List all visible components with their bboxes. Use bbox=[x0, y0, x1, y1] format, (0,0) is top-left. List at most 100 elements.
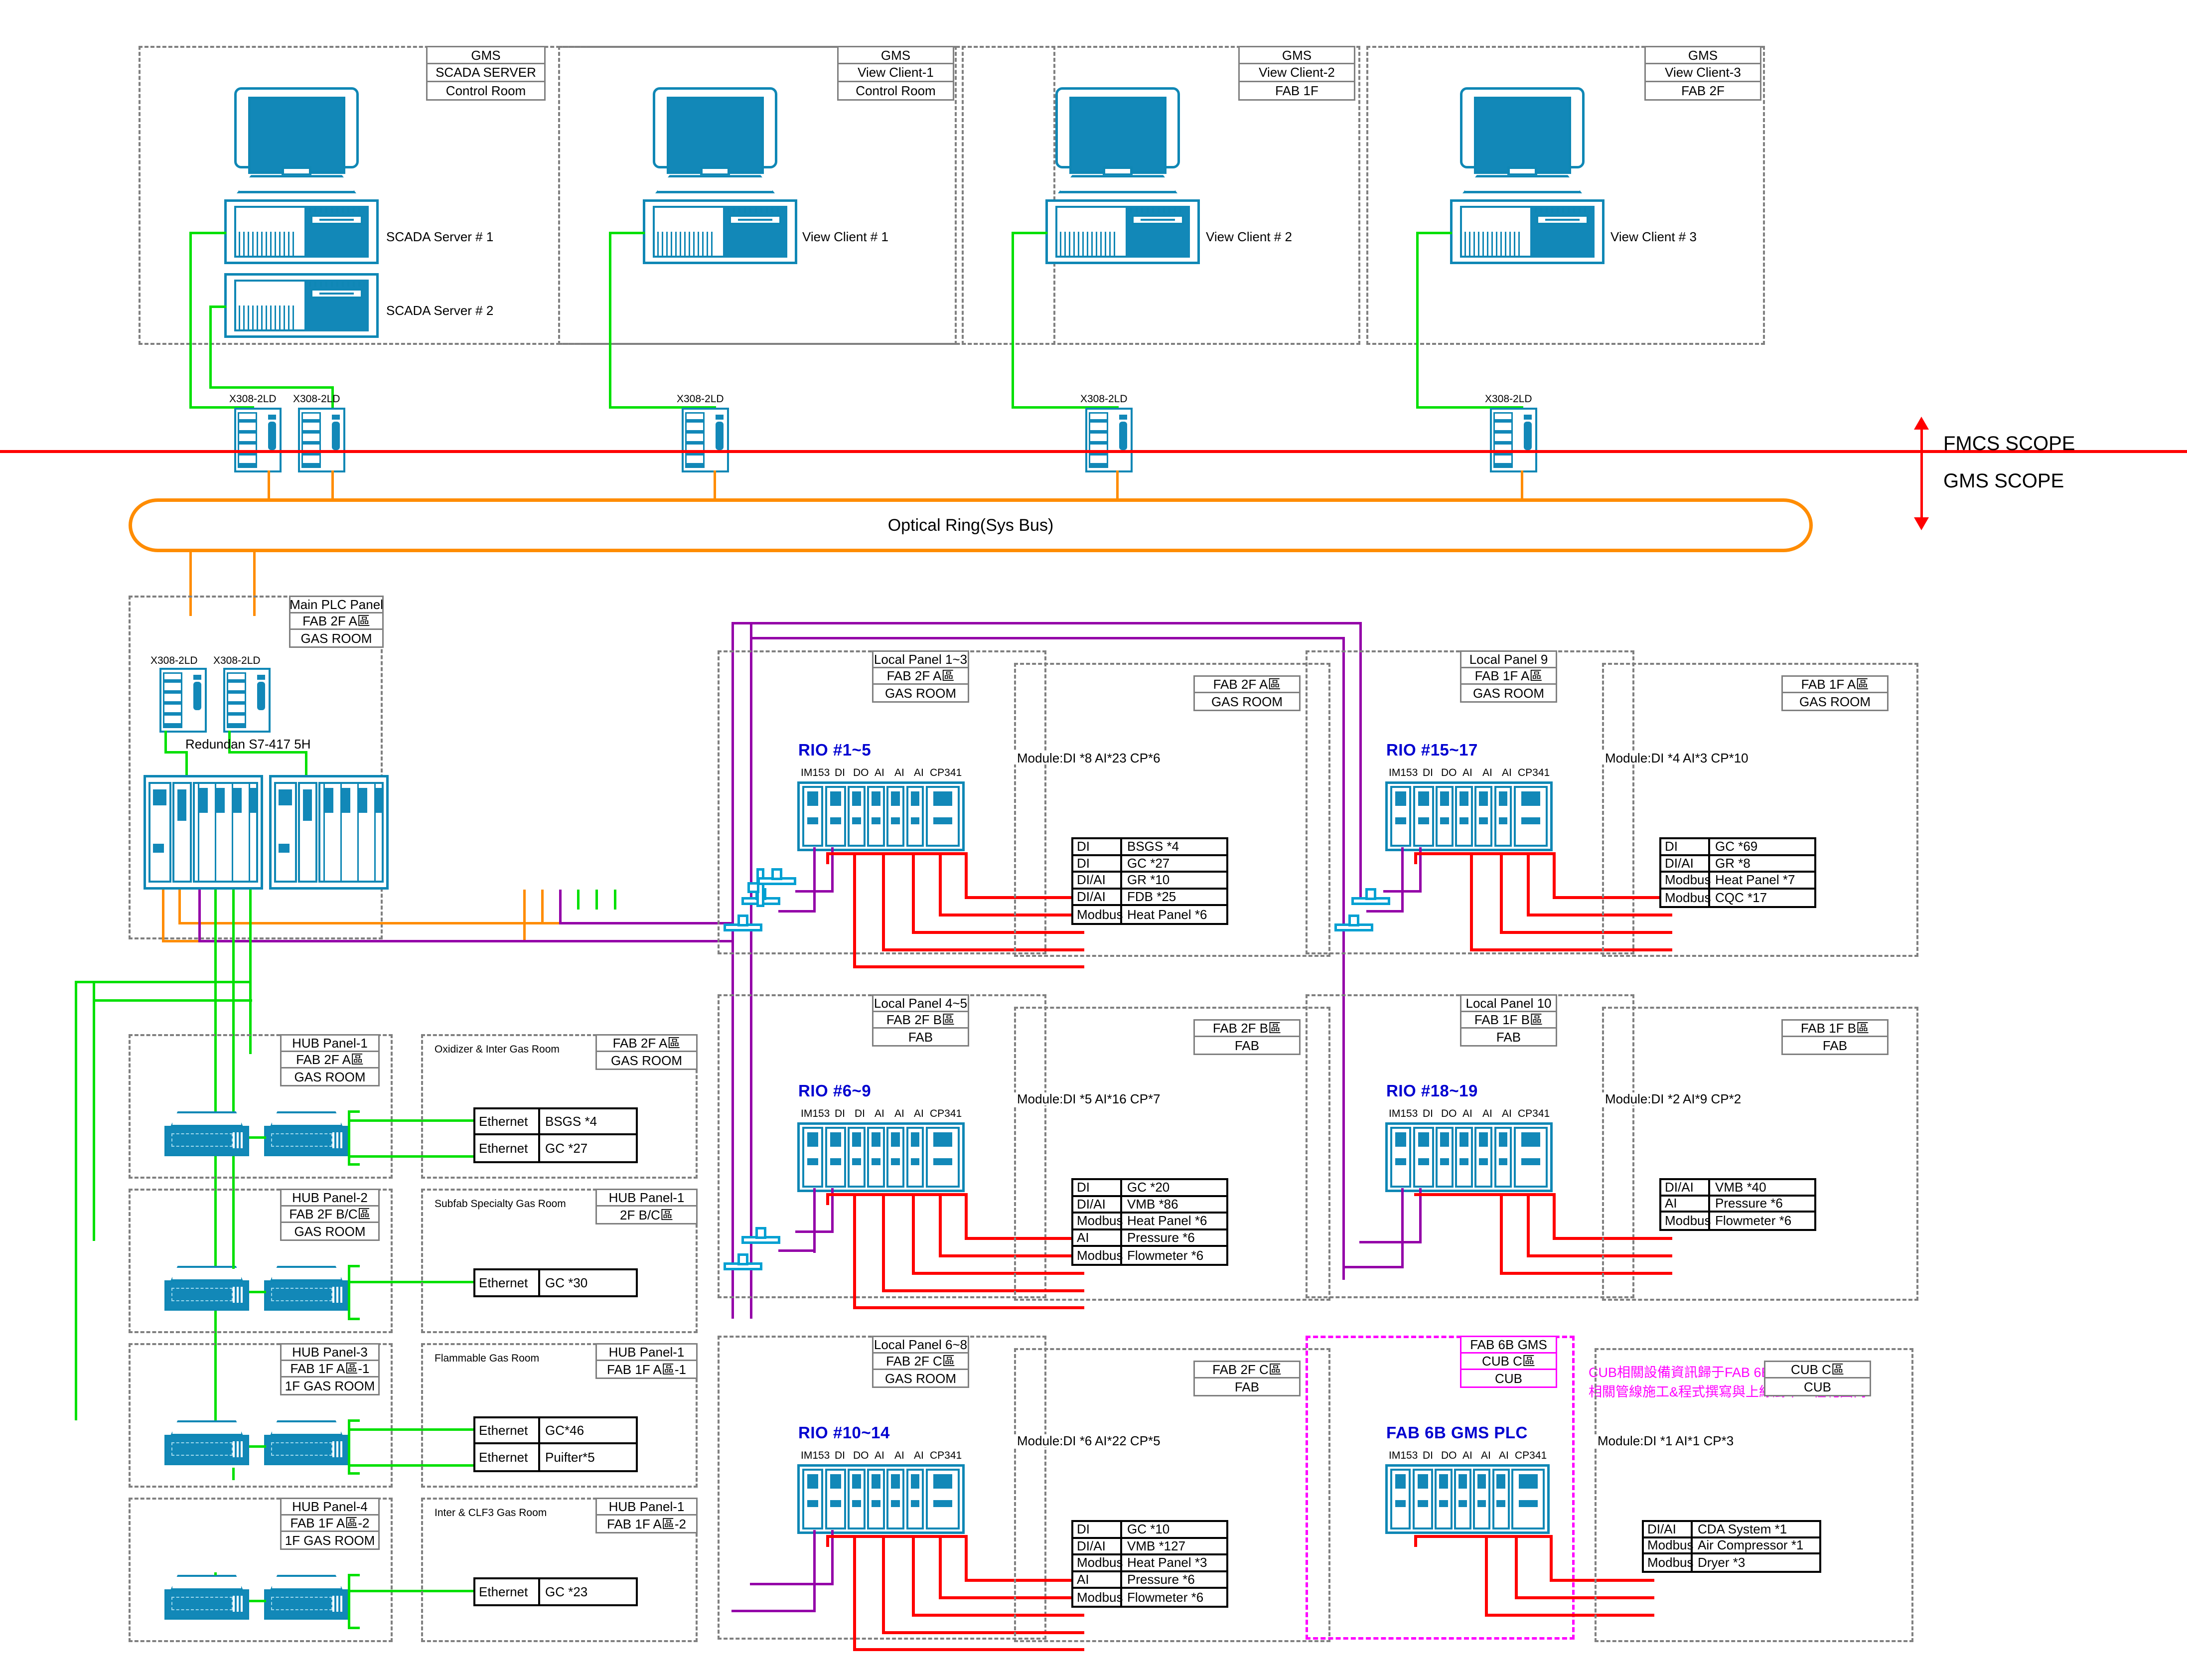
signal-type: AI bbox=[1661, 1196, 1710, 1211]
label-stack-area-9: FAB 1F A區 GAS ROOM bbox=[1781, 675, 1889, 711]
gms-scope-label: GMS SCOPE bbox=[1943, 470, 2064, 492]
label-stack-area-6-8: FAB 2F C區 FAB bbox=[1193, 1361, 1301, 1396]
ethernet-hub-icon[interactable] bbox=[264, 1575, 349, 1620]
signal-type: Modbus bbox=[1073, 906, 1123, 923]
ethernet-hub-icon[interactable] bbox=[164, 1111, 249, 1156]
ethernet-wire bbox=[305, 751, 307, 776]
device-name: VMB *86 bbox=[1127, 1196, 1178, 1212]
ethernet-wire bbox=[348, 1110, 360, 1113]
network-switch-icon[interactable] bbox=[1490, 408, 1537, 472]
field-wire bbox=[912, 852, 915, 933]
ethernet-wire bbox=[1416, 232, 1419, 409]
field-wire bbox=[1414, 1535, 1417, 1547]
label-stack-scada: GMS SCADA SERVER Control Room bbox=[426, 46, 546, 101]
label-line: FAB 2F C區 bbox=[874, 1354, 968, 1371]
network-switch-icon[interactable] bbox=[1085, 408, 1133, 472]
label-line: HUB Panel-1 bbox=[597, 1190, 696, 1207]
label-stack-hub-panel-2: HUB Panel-2 FAB 2F B/C區 GAS ROOM bbox=[280, 1189, 380, 1241]
profibus-t-connector-icon bbox=[724, 1253, 762, 1279]
switch-model-label: X308-2LD bbox=[213, 655, 261, 666]
device-name: Air Compressor *1 bbox=[1698, 1537, 1804, 1553]
device-name: Dryer *3 bbox=[1698, 1555, 1746, 1570]
field-wire bbox=[1553, 1193, 1556, 1239]
ethernet-wire bbox=[249, 1136, 266, 1139]
monitor-icon bbox=[1055, 87, 1180, 194]
label-line: FAB 1F A區-1 bbox=[282, 1361, 378, 1378]
signal-type: DI/AI bbox=[1073, 872, 1122, 888]
table-row: AI Pressure *6 bbox=[1073, 1230, 1226, 1247]
table-row: AI Pressure *6 bbox=[1073, 1572, 1226, 1589]
ethernet-hub-icon[interactable] bbox=[264, 1111, 349, 1156]
label-line: FAB 1F B區 bbox=[1783, 1021, 1887, 1037]
field-wire bbox=[1470, 852, 1473, 951]
ethernet-wire bbox=[348, 1472, 360, 1475]
label-line: FAB 2F A區 bbox=[1195, 677, 1299, 693]
module-summary-label: Module:DI *4 AI*3 CP*10 bbox=[1602, 752, 1751, 764]
label-line: FAB 1F A區-2 bbox=[282, 1516, 378, 1532]
label-line: Main PLC Panel bbox=[290, 597, 383, 613]
device-name: GR *10 bbox=[1127, 872, 1170, 888]
label-line: FAB 1F A區-2 bbox=[607, 1516, 686, 1531]
label-line: 1F GAS ROOM bbox=[285, 1532, 375, 1548]
label-stack-cub-area: CUB C區 CUB bbox=[1764, 1361, 1871, 1396]
label-line: FAB 1F A區-1 bbox=[607, 1362, 686, 1377]
module-summary-label: Module:DI *5 AI*16 CP*7 bbox=[1014, 1092, 1164, 1105]
rio-slot-label: DI bbox=[855, 1108, 865, 1119]
rio-label: RIO #1~5 bbox=[798, 741, 872, 759]
server-icon bbox=[224, 199, 379, 264]
rio-slot-label: IM153 bbox=[1389, 767, 1418, 778]
label-line: HUB Panel-3 bbox=[282, 1345, 378, 1361]
field-wire bbox=[1527, 852, 1530, 916]
ethernet-hub-icon[interactable] bbox=[164, 1575, 249, 1620]
ethernet-hub-icon[interactable] bbox=[164, 1420, 249, 1465]
ethernet-hub-icon[interactable] bbox=[164, 1266, 249, 1311]
device-name: Pressure *6 bbox=[1127, 1572, 1195, 1587]
table-row: DI GC *69 bbox=[1661, 839, 1814, 856]
server-icon bbox=[1450, 199, 1604, 264]
label-stack-view-client-1: GMS View Client-1 Control Room bbox=[837, 46, 954, 101]
network-switch-icon[interactable] bbox=[298, 408, 345, 472]
table-row: Ethernet BSGS *4 bbox=[475, 1109, 636, 1135]
profibus-wire bbox=[1366, 910, 1404, 913]
device-name: GC *69 bbox=[1715, 839, 1758, 854]
label-line: Control Room bbox=[445, 83, 526, 98]
field-wire bbox=[853, 852, 856, 968]
rio-slot-label: DO bbox=[1441, 767, 1457, 778]
label-line: GAS ROOM bbox=[294, 1069, 366, 1084]
signal-type: DI/AI bbox=[1661, 856, 1710, 871]
rio-slot-label: AI bbox=[875, 767, 884, 778]
device-name: Heat Panel *6 bbox=[1127, 907, 1207, 922]
rio-slot-label: AI bbox=[914, 1450, 924, 1461]
rio-slot-label: AI bbox=[1462, 1108, 1472, 1119]
rio-slot-label: AI bbox=[1482, 1108, 1492, 1119]
device-table-hub-2: Ethernet GC *30 bbox=[473, 1268, 638, 1297]
device-name: Flowmeter *6 bbox=[1127, 1247, 1204, 1263]
device-table-cub: DI/AI CDA System *1 Modbus Air Compresso… bbox=[1642, 1520, 1821, 1573]
profibus-wire bbox=[198, 940, 731, 942]
label-line: Local Panel 4~5 bbox=[874, 996, 968, 1012]
rio-slot-label: DO bbox=[1441, 1108, 1457, 1119]
network-switch-icon[interactable] bbox=[234, 408, 282, 472]
field-wire bbox=[939, 852, 942, 916]
network-switch-icon[interactable] bbox=[223, 668, 271, 733]
device-name: CQC *17 bbox=[1715, 890, 1767, 905]
ethernet-wire bbox=[249, 1445, 266, 1448]
profibus-wire bbox=[1359, 1241, 1422, 1243]
device-name: GR *8 bbox=[1715, 855, 1750, 871]
label-line: FAB 1F A區 bbox=[1783, 677, 1887, 693]
label-line: GAS ROOM bbox=[884, 1371, 956, 1386]
view-client-1-label: View Client # 1 bbox=[802, 229, 888, 244]
table-row: DI/AI GR *8 bbox=[1661, 856, 1814, 873]
device-table-hub-1: Ethernet BSGS *4 Ethernet GC *27 bbox=[473, 1107, 638, 1163]
field-wire bbox=[882, 852, 885, 951]
device-name: VMB *40 bbox=[1715, 1179, 1766, 1195]
table-row: Modbus Heat Panel *3 bbox=[1073, 1555, 1226, 1572]
network-switch-icon[interactable] bbox=[682, 408, 729, 472]
rio-slot-label: AI bbox=[1462, 767, 1472, 778]
ethernet-hub-icon[interactable] bbox=[264, 1266, 349, 1311]
network-switch-icon[interactable] bbox=[159, 668, 207, 733]
ethernet-wire bbox=[209, 305, 226, 308]
device-name: GC *27 bbox=[1127, 855, 1170, 871]
ethernet-hub-icon[interactable] bbox=[264, 1420, 349, 1465]
rio-rack-6-9 bbox=[797, 1122, 965, 1192]
